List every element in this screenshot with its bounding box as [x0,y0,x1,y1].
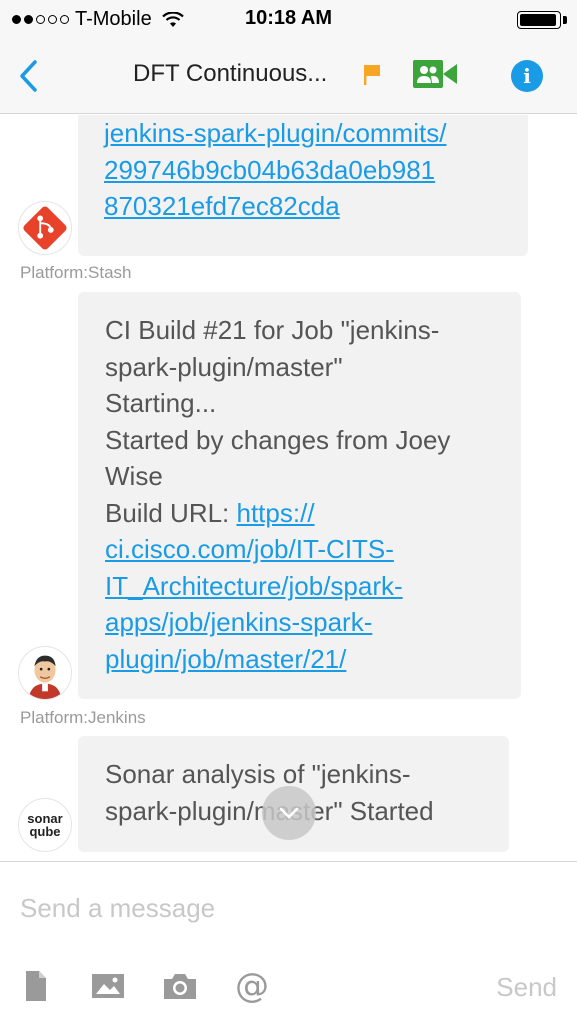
camera-icon [164,974,196,999]
send-button[interactable]: Send [496,972,557,1003]
avatar-stash[interactable] [18,201,72,255]
commit-link-line-1[interactable]: jenkins-spark-plugin/commits/ [104,115,504,152]
attach-file-button[interactable] [24,968,48,1004]
message-text-line: Wise [105,461,163,491]
commit-link-line-3[interactable]: 870321efd7ec82cda [104,188,504,225]
stash-logo-icon [23,206,67,250]
at-icon: @ [235,966,269,1006]
chevron-left-icon [20,60,37,92]
build-url-link-line[interactable]: plugin/job/master/21/ [105,641,503,678]
build-url-link-line[interactable]: IT_Architecture/job/spark- [105,568,503,605]
commit-link-line-2[interactable]: 299746b9cb04b63da0eb981 [104,152,504,189]
avatar-sonarqube[interactable]: sonar qube [18,798,72,852]
message-list[interactable]: jenkins-spark-plugin/commits/ jenkins-sp… [0,115,577,861]
image-icon [92,974,124,998]
battery-nub [563,16,567,24]
chevron-down-icon [279,807,299,819]
attach-image-button[interactable] [91,968,125,1004]
battery-icon [517,11,561,29]
sender-name: Platform:Stash [20,263,132,282]
back-button[interactable] [10,56,46,96]
sender-name: Platform:Jenkins [20,708,146,727]
group-video-icon[interactable] [412,58,458,90]
message-bubble-stash: jenkins-spark-plugin/commits/ jenkins-sp… [78,115,528,256]
info-button[interactable]: i [511,60,543,92]
build-url-link-line[interactable]: ci.cisco.com/job/IT-CITS- [105,531,503,568]
build-url-label: Build URL: [105,497,237,528]
build-url-line: Build URL: https:// [105,495,503,532]
status-time: 10:18 AM [244,7,333,29]
composer: @ Send [0,861,577,1024]
status-bar: T-Mobile 10:18 AM [0,0,577,38]
message-text-line: Starting... [105,388,217,418]
jenkins-logo-icon [19,647,71,699]
sonarqube-logo-icon: sonar qube [27,811,63,839]
room-title[interactable]: DFT Continuous... [133,60,327,88]
scroll-to-bottom-button[interactable] [262,786,316,840]
document-icon [26,971,46,1001]
mention-button[interactable]: @ [234,968,270,1004]
build-url-link[interactable]: https:// [237,498,315,528]
camera-button[interactable] [162,968,198,1004]
nav-bar: DFT Continuous... i [0,38,577,114]
message-text-line: Started by changes from Joey [105,424,451,455]
avatar-jenkins[interactable] [18,646,72,700]
flag-icon[interactable] [363,64,381,86]
message-text-line: CI Build #21 for Job "jenkins- [105,315,440,345]
message-bubble-jenkins: CI Build #21 for Job "jenkins- spark-plu… [78,292,521,699]
message-text-line: spark-plugin/master" [105,351,343,382]
message-input[interactable] [20,886,557,930]
build-url-link-line[interactable]: apps/job/jenkins-spark- [105,604,503,641]
